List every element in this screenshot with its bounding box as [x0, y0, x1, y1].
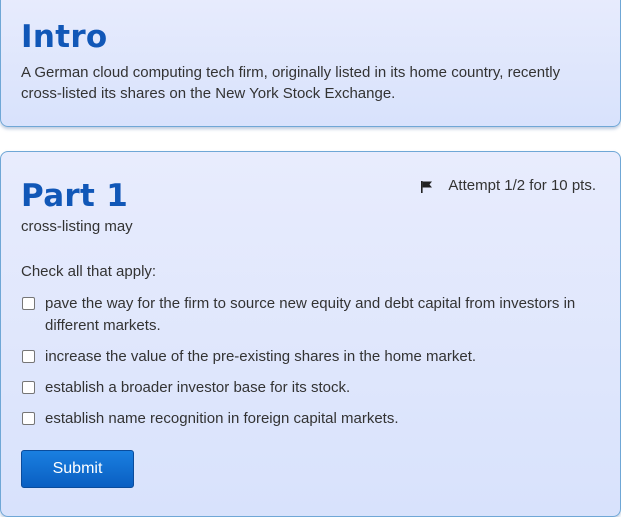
flag-icon	[421, 180, 433, 193]
option-label[interactable]: pave the way for the firm to source new …	[45, 293, 601, 337]
option-label[interactable]: increase the value of the pre-existing s…	[45, 346, 476, 368]
attempt-indicator: Attempt 1/2 for 10 pts.	[421, 177, 596, 194]
submit-button[interactable]: Submit	[21, 450, 134, 488]
intro-title: Intro	[21, 19, 108, 55]
option-item[interactable]: establish name recognition in foreign ca…	[21, 408, 601, 430]
option-checkbox[interactable]	[22, 412, 35, 425]
options-list: pave the way for the firm to source new …	[21, 293, 601, 439]
intro-text: A German cloud computing tech firm, orig…	[21, 64, 561, 102]
option-label[interactable]: establish name recognition in foreign ca…	[45, 408, 399, 430]
instruction-text: Check all that apply:	[21, 263, 157, 280]
question-text: cross-listing may	[21, 218, 133, 235]
option-checkbox[interactable]	[22, 297, 35, 310]
intro-panel: Intro A German cloud computing tech firm…	[0, 0, 621, 127]
option-label[interactable]: establish a broader investor base for it…	[45, 377, 350, 399]
option-item[interactable]: pave the way for the firm to source new …	[21, 293, 601, 337]
part-title: Part 1	[21, 178, 129, 214]
part-panel: Part 1 Attempt 1/2 for 10 pts. cross-lis…	[0, 151, 621, 517]
option-item[interactable]: increase the value of the pre-existing s…	[21, 346, 601, 368]
attempt-text: Attempt 1/2 for 10 pts.	[448, 177, 596, 194]
option-checkbox[interactable]	[22, 381, 35, 394]
option-checkbox[interactable]	[22, 350, 35, 363]
option-item[interactable]: establish a broader investor base for it…	[21, 377, 601, 399]
